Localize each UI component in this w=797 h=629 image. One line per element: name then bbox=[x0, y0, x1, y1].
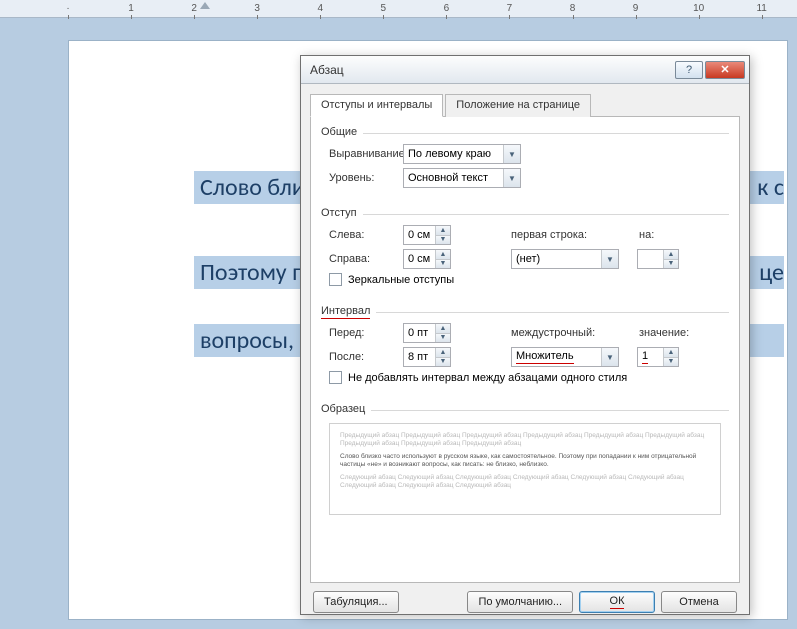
group-indent: Отступ Слева: 0 см ▲▼ первая строка: на:… bbox=[321, 214, 729, 294]
dialog-button-row: Табуляция... По умолчанию... ОК Отмена bbox=[301, 583, 749, 621]
dialog-title: Абзац bbox=[310, 63, 673, 77]
alignment-label: Выравнивание: bbox=[321, 148, 403, 160]
line-spacing-label: междустрочный: bbox=[511, 327, 611, 339]
first-line-combo[interactable]: (нет) ▼ bbox=[511, 249, 619, 269]
ruler-tick: 6 bbox=[416, 3, 476, 14]
chevron-down-icon: ▼ bbox=[503, 145, 520, 163]
ruler-tick: 4 bbox=[290, 3, 350, 14]
spacing-before-value: 0 пт bbox=[408, 327, 428, 339]
level-value: Основной текст bbox=[408, 172, 488, 184]
first-line-on-spinner[interactable]: ▲▼ bbox=[637, 249, 679, 269]
level-label: Уровень: bbox=[321, 172, 403, 184]
line-spacing-value-label: значение: bbox=[639, 327, 695, 339]
alignment-combo[interactable]: По левому краю ▼ bbox=[403, 144, 521, 164]
mirror-indents-label: Зеркальные отступы bbox=[348, 274, 454, 286]
ruler-tick: 9 bbox=[606, 3, 666, 14]
spinner-arrows-icon[interactable]: ▲▼ bbox=[435, 250, 450, 268]
ok-button[interactable]: ОК bbox=[579, 591, 655, 613]
spacing-after-value: 8 пт bbox=[408, 351, 428, 363]
group-legend: Отступ bbox=[321, 207, 363, 219]
ruler-tick: 8 bbox=[543, 3, 603, 14]
group-preview: Образец Предыдущий абзац Предыдущий абза… bbox=[321, 410, 729, 519]
group-interval: Интервал Перед: 0 пт ▲▼ междустрочный: з… bbox=[321, 312, 729, 392]
tab-indents-spacing[interactable]: Отступы и интервалы bbox=[310, 94, 443, 117]
ruler-tick: 1 bbox=[101, 3, 161, 14]
group-legend: Общие bbox=[321, 126, 363, 138]
paragraph-dialog: Абзац ? ✕ Отступы и интервалы Положение … bbox=[300, 55, 750, 615]
preview-box: Предыдущий абзац Предыдущий абзац Предыд… bbox=[329, 423, 721, 515]
mirror-indents-checkbox[interactable] bbox=[329, 273, 342, 286]
line-spacing-at-spinner[interactable]: 1 ▲▼ bbox=[637, 347, 679, 367]
tabs-button[interactable]: Табуляция... bbox=[313, 591, 399, 613]
ruler-tick: · bbox=[38, 3, 98, 14]
cancel-button[interactable]: Отмена bbox=[661, 591, 737, 613]
ruler-tick: 10 bbox=[669, 3, 729, 14]
group-legend: Образец bbox=[321, 403, 371, 415]
first-line-value: (нет) bbox=[516, 253, 540, 265]
spinner-arrows-icon[interactable]: ▲▼ bbox=[435, 324, 450, 342]
ruler-tick: 3 bbox=[227, 3, 287, 14]
level-combo[interactable]: Основной текст ▼ bbox=[403, 168, 521, 188]
spinner-arrows-icon[interactable]: ▲▼ bbox=[663, 348, 678, 366]
chevron-down-icon: ▼ bbox=[601, 250, 618, 268]
ruler: · 1 2 3 4 5 6 7 8 9 10 11 bbox=[0, 0, 797, 18]
indent-right-value: 0 см bbox=[408, 253, 430, 265]
line-spacing-combo[interactable]: Множитель ▼ bbox=[511, 347, 619, 367]
indent-marker-icon[interactable] bbox=[200, 2, 210, 9]
indent-left-spinner[interactable]: 0 см ▲▼ bbox=[403, 225, 451, 245]
spinner-arrows-icon[interactable]: ▲▼ bbox=[663, 250, 678, 268]
tab-panel: Общие Выравнивание: По левому краю ▼ Уро… bbox=[310, 117, 740, 583]
preview-suffix: Следующий абзац Следующий абзац Следующи… bbox=[340, 474, 710, 491]
spacing-after-spinner[interactable]: 8 пт ▲▼ bbox=[403, 347, 451, 367]
indent-right-label: Справа: bbox=[321, 253, 403, 265]
line-spacing-value: Множитель bbox=[516, 350, 574, 364]
spinner-arrows-icon[interactable]: ▲▼ bbox=[435, 226, 450, 244]
spacing-before-label: Перед: bbox=[321, 327, 403, 339]
titlebar[interactable]: Абзац ? ✕ bbox=[301, 56, 749, 84]
ruler-tick: 5 bbox=[353, 3, 413, 14]
preview-prefix: Предыдущий абзац Предыдущий абзац Предыд… bbox=[340, 432, 710, 449]
spinner-arrows-icon[interactable]: ▲▼ bbox=[435, 348, 450, 366]
spacing-after-label: После: bbox=[321, 351, 403, 363]
indent-left-label: Слева: bbox=[321, 229, 403, 241]
tab-page-position[interactable]: Положение на странице bbox=[445, 94, 591, 117]
first-line-on-label: на: bbox=[639, 229, 679, 241]
ruler-tick: 7 bbox=[479, 3, 539, 14]
ruler-tick: 2 bbox=[164, 3, 224, 14]
no-space-same-style-checkbox[interactable] bbox=[329, 371, 342, 384]
line-spacing-at-value: 1 bbox=[642, 350, 648, 364]
chevron-down-icon: ▼ bbox=[601, 348, 618, 366]
close-button[interactable]: ✕ bbox=[705, 61, 745, 79]
indent-right-spinner[interactable]: 0 см ▲▼ bbox=[403, 249, 451, 269]
group-common: Общие Выравнивание: По левому краю ▼ Уро… bbox=[321, 133, 729, 196]
ruler-tick: 11 bbox=[732, 3, 792, 14]
set-default-button[interactable]: По умолчанию... bbox=[467, 591, 573, 613]
group-legend: Интервал bbox=[321, 305, 376, 319]
alignment-value: По левому краю bbox=[408, 148, 491, 160]
indent-left-value: 0 см bbox=[408, 229, 430, 241]
tab-strip: Отступы и интервалы Положение на страниц… bbox=[310, 93, 740, 117]
help-button[interactable]: ? bbox=[675, 61, 703, 79]
first-line-label: первая строка: bbox=[511, 229, 611, 241]
spacing-before-spinner[interactable]: 0 пт ▲▼ bbox=[403, 323, 451, 343]
chevron-down-icon: ▼ bbox=[503, 169, 520, 187]
no-space-same-style-label: Не добавлять интервал между абзацами одн… bbox=[348, 372, 627, 384]
preview-sample: Слово близко часто используют в русском … bbox=[340, 453, 710, 470]
